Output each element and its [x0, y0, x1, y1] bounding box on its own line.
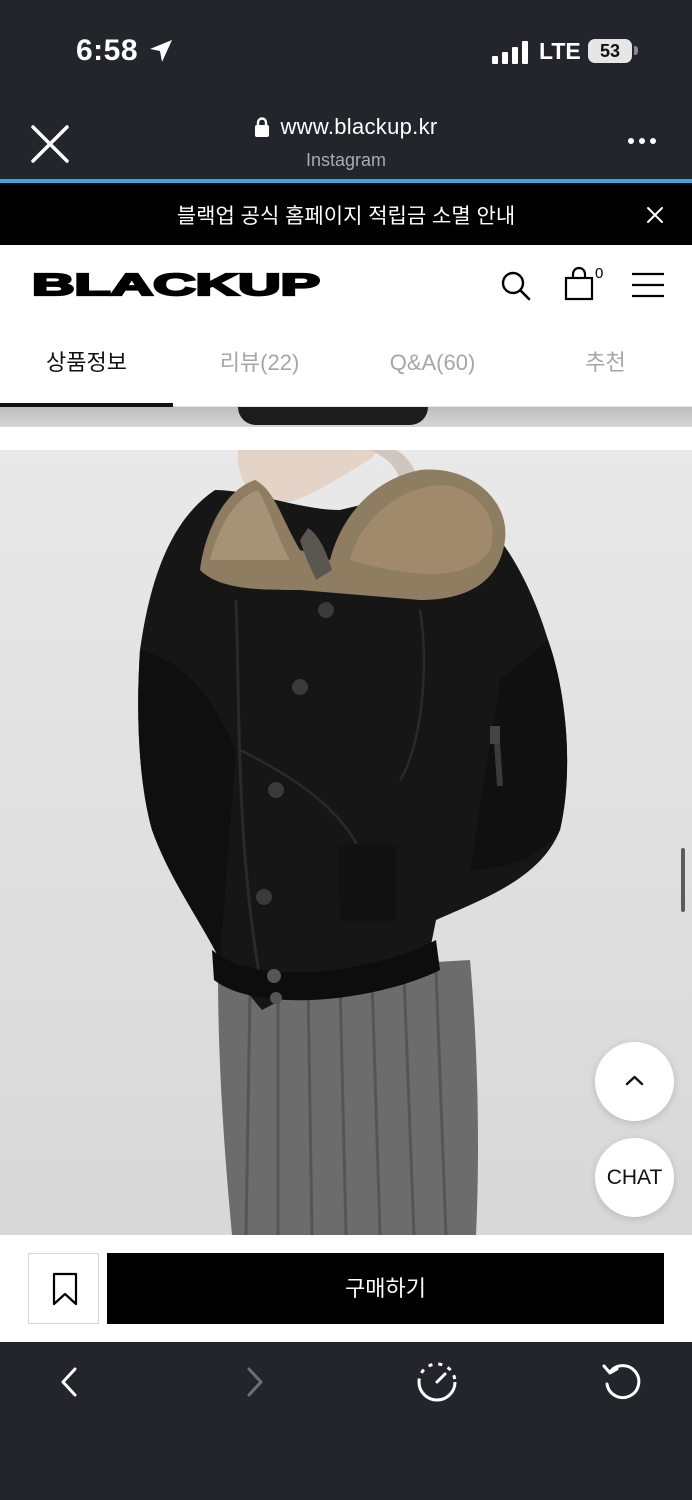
url-text: www.blackup.kr	[280, 114, 438, 139]
photo-gap	[0, 427, 692, 450]
hamburger-menu-icon[interactable]	[631, 272, 665, 298]
battery-icon: 53	[588, 39, 632, 63]
status-bar: 6:58 LTE 53	[0, 0, 692, 100]
forward-chevron-icon[interactable]	[242, 1366, 268, 1398]
tab-recommend[interactable]: 추천	[519, 327, 692, 407]
cart-count-badge: 0	[595, 265, 604, 282]
scrollbar-thumb[interactable]	[681, 848, 685, 912]
wishlist-button[interactable]	[28, 1253, 99, 1324]
product-photo	[0, 450, 692, 1235]
scroll-to-top-button[interactable]	[595, 1042, 674, 1121]
status-time: 6:58	[76, 34, 139, 67]
notice-banner[interactable]: 블랙업 공식 홈페이지 적립금 소멸 안내	[0, 183, 692, 245]
in-app-browser-bar: www.blackup.kr Instagram	[0, 100, 692, 182]
cellular-signal-icon	[492, 40, 528, 64]
jacket-illustration	[138, 450, 568, 1235]
banner-close-icon[interactable]	[646, 206, 664, 224]
search-icon[interactable]	[500, 270, 532, 302]
speed-dial-icon[interactable]	[415, 1360, 459, 1404]
network-type: LTE	[539, 38, 581, 64]
tab-product-info[interactable]: 상품정보	[0, 327, 173, 407]
more-options-icon[interactable]	[624, 136, 660, 146]
reload-icon[interactable]	[600, 1360, 644, 1404]
chevron-up-icon	[625, 1075, 644, 1086]
browser-bottom-toolbar	[0, 1342, 692, 1500]
url-area[interactable]: www.blackup.kr Instagram	[0, 114, 692, 171]
location-arrow-icon	[150, 40, 172, 62]
svg-text:BLACKUP: BLACKUP	[32, 270, 320, 298]
bookmark-icon	[52, 1272, 78, 1306]
chat-button[interactable]: CHAT	[595, 1138, 674, 1217]
shopping-bag-icon[interactable]	[564, 266, 596, 302]
product-tabs: 상품정보 리뷰(22) Q&A(60) 추천	[0, 327, 692, 407]
tab-qna[interactable]: Q&A(60)	[346, 327, 519, 407]
source-app-label: Instagram	[305, 150, 387, 170]
lock-icon	[255, 117, 270, 137]
buy-button[interactable]: 구매하기	[107, 1253, 664, 1324]
previous-photo-detail	[238, 407, 428, 425]
battery-nub	[634, 46, 638, 55]
tab-reviews[interactable]: 리뷰(22)	[173, 327, 346, 407]
notice-banner-text: 블랙업 공식 홈페이지 적립금 소멸 안내	[176, 205, 516, 228]
back-chevron-icon[interactable]	[56, 1366, 82, 1398]
blackup-logo[interactable]: BLACKUP	[32, 270, 322, 298]
